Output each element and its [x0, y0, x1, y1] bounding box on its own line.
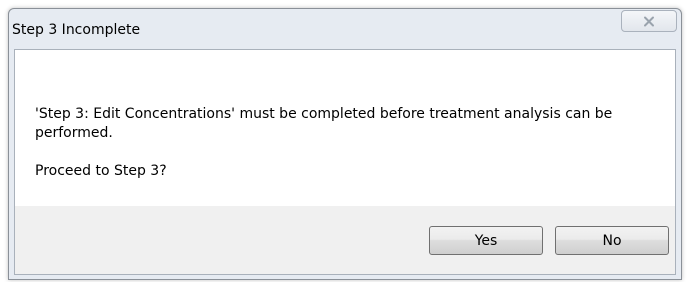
message-text: 'Step 3: Edit Concentrations' must be co…	[35, 106, 613, 141]
yes-button[interactable]: Yes	[429, 226, 543, 255]
no-button[interactable]: No	[555, 226, 669, 255]
close-x-icon	[643, 12, 655, 31]
dialog-window: Step 3 Incomplete 'Step 3: Edit Concentr…	[8, 8, 682, 280]
close-button[interactable]	[621, 10, 677, 32]
window-title: Step 3 Incomplete	[12, 22, 141, 38]
question-text: Proceed to Step 3?	[35, 163, 167, 179]
button-bar: Yes No	[15, 206, 675, 274]
title-bar[interactable]: Step 3 Incomplete	[9, 9, 681, 49]
dialog-content: 'Step 3: Edit Concentrations' must be co…	[14, 49, 676, 275]
